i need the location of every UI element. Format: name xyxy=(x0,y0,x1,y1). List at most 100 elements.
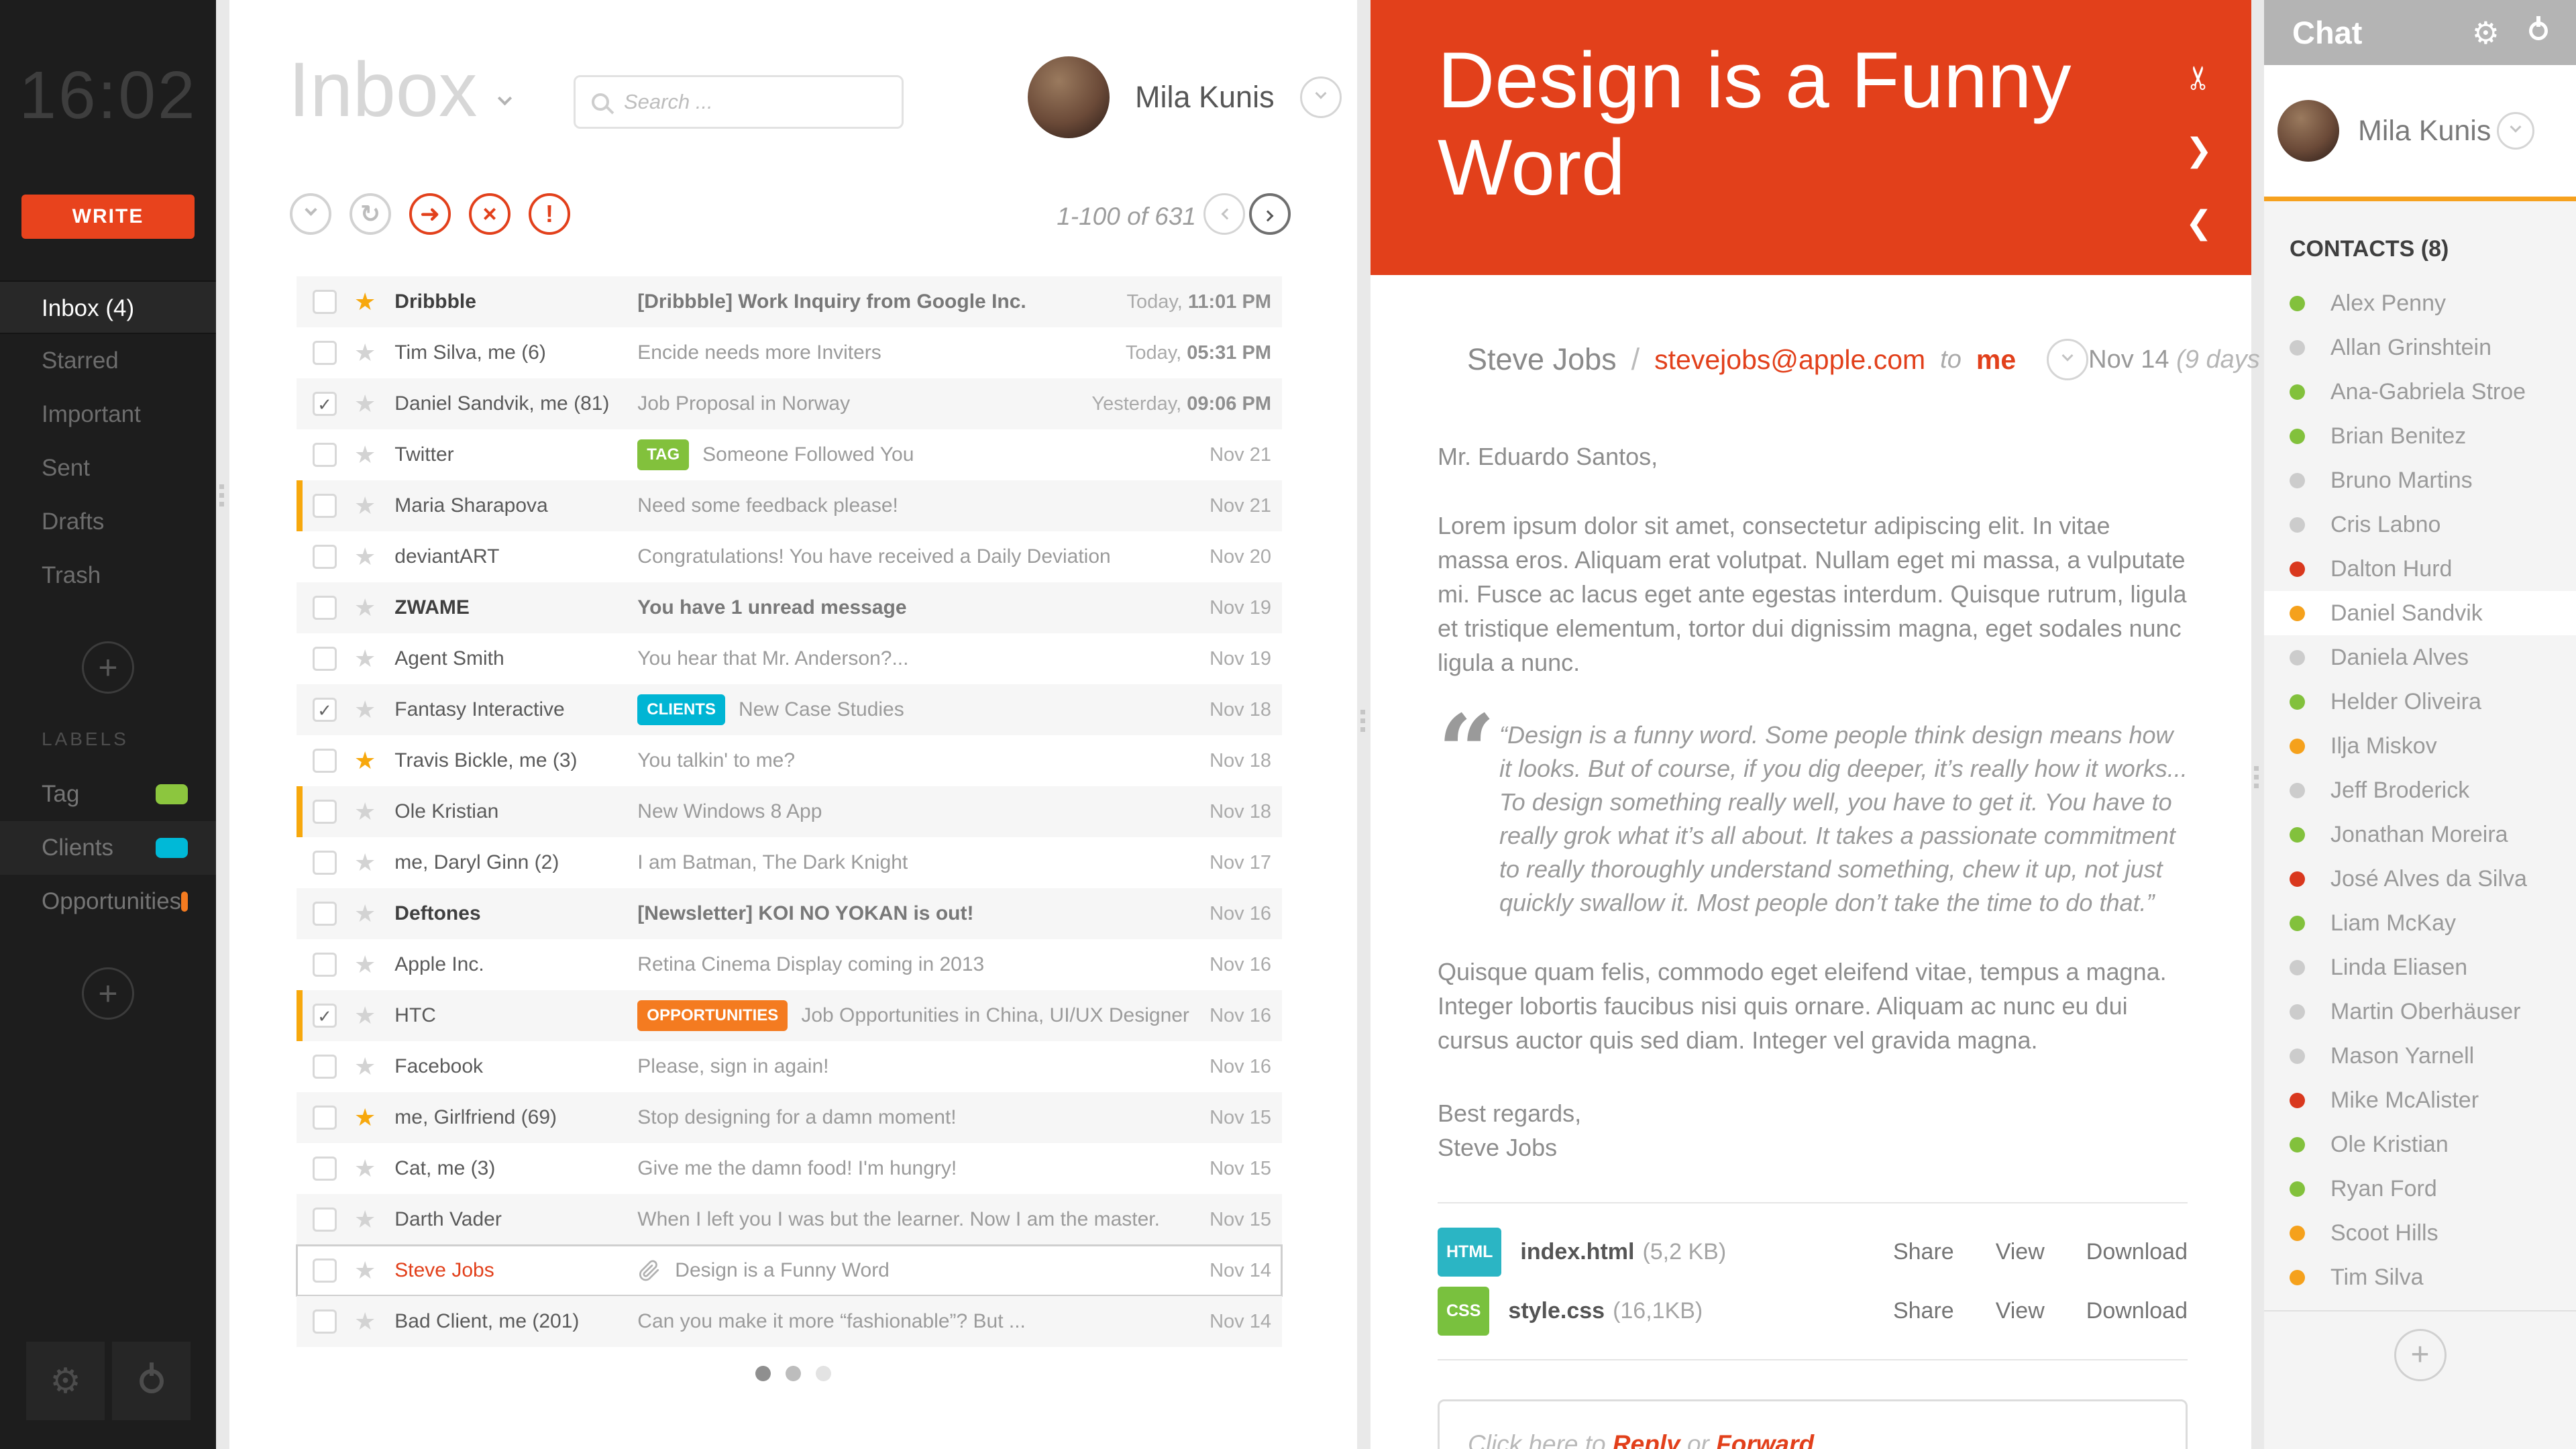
star-icon[interactable]: ★ xyxy=(354,747,376,775)
write-button[interactable]: WRITE xyxy=(21,195,195,239)
toolbar-button[interactable]: × xyxy=(469,193,511,235)
search-box[interactable] xyxy=(574,75,904,129)
star-icon[interactable]: ★ xyxy=(354,492,376,520)
email-row[interactable]: ★ Dribbble [Dribbble] Work Inquiry from … xyxy=(297,276,1282,327)
sidebar-folder-item[interactable]: Starred xyxy=(0,334,216,388)
contact-item[interactable]: Allan Grinshtein xyxy=(2264,325,2576,370)
contact-item[interactable]: Tim Silva xyxy=(2264,1255,2576,1299)
star-icon[interactable]: ★ xyxy=(354,1053,376,1081)
settings-button[interactable]: ⚙ xyxy=(26,1342,105,1420)
contact-item[interactable]: Daniel Sandvik xyxy=(2264,591,2576,635)
contact-item[interactable]: Ole Kristian xyxy=(2264,1122,2576,1167)
share-link[interactable]: Share xyxy=(1893,1235,1954,1269)
email-row[interactable]: ★ Darth Vader When I left you I was but … xyxy=(297,1194,1282,1245)
account-dropdown-button[interactable] xyxy=(1299,76,1342,118)
email-row[interactable]: ★ Apple Inc. Retina Cinema Display comin… xyxy=(297,939,1282,990)
toolbar-button[interactable] xyxy=(290,193,331,235)
email-checkbox[interactable] xyxy=(313,800,337,824)
pager-dot[interactable] xyxy=(786,1366,801,1381)
email-row[interactable]: ★ Tim Silva, me (6) Encide needs more In… xyxy=(297,327,1282,378)
email-checkbox[interactable] xyxy=(313,851,337,875)
contact-item[interactable]: Bruno Martins xyxy=(2264,458,2576,502)
toolbar-button[interactable]: ! xyxy=(529,193,570,235)
contact-item[interactable]: Cris Labno xyxy=(2264,502,2576,547)
email-row[interactable]: ★ Agent Smith You hear that Mr. Anderson… xyxy=(297,633,1282,684)
email-checkbox[interactable] xyxy=(313,392,337,416)
contact-item[interactable]: Ana-Gabriela Stroe xyxy=(2264,370,2576,414)
email-row[interactable]: ★ me, Girlfriend (69) Stop designing for… xyxy=(297,1092,1282,1143)
email-row[interactable]: ★ Steve Jobs Design is a Funny Word Nov … xyxy=(296,1244,1283,1297)
contact-item[interactable]: Dalton Hurd xyxy=(2264,547,2576,591)
view-link[interactable]: View xyxy=(1996,1235,2045,1269)
star-icon[interactable]: ★ xyxy=(354,288,376,316)
contact-item[interactable]: Daniela Alves xyxy=(2264,635,2576,680)
forward-link[interactable]: Forward xyxy=(1716,1430,1814,1449)
email-row[interactable]: ★ Ole Kristian New Windows 8 App Nov 18 xyxy=(297,786,1282,837)
account-menu[interactable]: Mila Kunis xyxy=(1028,56,1342,138)
email-checkbox[interactable] xyxy=(313,341,337,365)
email-row[interactable]: ★ Maria Sharapova Need some feedback ple… xyxy=(297,480,1282,531)
contact-item[interactable]: Mason Yarnell xyxy=(2264,1034,2576,1078)
download-link[interactable]: Download xyxy=(2086,1235,2188,1269)
sidebar-label-item[interactable]: Opportunities xyxy=(0,875,216,928)
sidebar-label-item[interactable]: Clients xyxy=(0,821,216,875)
contact-item[interactable]: Helder Oliveira xyxy=(2264,680,2576,724)
sidebar-resize-handle[interactable] xyxy=(219,484,224,506)
reply-box[interactable]: Click here to Reply or Forward xyxy=(1438,1399,2188,1449)
contact-item[interactable]: Jeff Broderick xyxy=(2264,768,2576,812)
email-row[interactable]: ★ ZWAME You have 1 unread message Nov 19 xyxy=(297,582,1282,633)
email-checkbox[interactable] xyxy=(313,647,337,671)
email-row[interactable]: ★ Bad Client, me (201) Can you make it m… xyxy=(297,1296,1282,1347)
star-icon[interactable]: ★ xyxy=(354,645,376,673)
email-row[interactable]: ★ Twitter TAG Someone Followed You Nov 2… xyxy=(297,429,1282,480)
email-row[interactable]: ★ Facebook Please, sign in again! Nov 16 xyxy=(297,1041,1282,1092)
email-checkbox[interactable] xyxy=(313,1258,337,1283)
contact-item[interactable]: Liam McKay xyxy=(2264,901,2576,945)
pager-dot[interactable] xyxy=(816,1366,831,1381)
contact-item[interactable]: Ryan Ford xyxy=(2264,1167,2576,1211)
star-icon[interactable]: ★ xyxy=(354,696,376,724)
star-icon[interactable]: ★ xyxy=(354,798,376,826)
download-link[interactable]: Download xyxy=(2086,1294,2188,1328)
star-icon[interactable]: ★ xyxy=(354,900,376,928)
star-icon[interactable]: ★ xyxy=(354,594,376,622)
email-checkbox[interactable] xyxy=(313,953,337,977)
sidebar-label-item[interactable]: Tag xyxy=(0,767,216,821)
email-row[interactable]: ★ me, Daryl Ginn (2) I am Batman, The Da… xyxy=(297,837,1282,888)
star-icon[interactable]: ★ xyxy=(354,543,376,571)
email-row[interactable]: ★ Deftones [Newsletter] KOI NO YOKAN is … xyxy=(297,888,1282,939)
share-link[interactable]: Share xyxy=(1893,1294,1954,1328)
star-icon[interactable]: ★ xyxy=(354,849,376,877)
add-folder-button[interactable]: + xyxy=(82,641,134,694)
sidebar-folder-item[interactable]: Important xyxy=(0,388,216,441)
email-checkbox[interactable] xyxy=(313,1055,337,1079)
chat-settings-button[interactable]: ⚙ xyxy=(2472,15,2500,51)
prev-page-button[interactable] xyxy=(1203,193,1245,235)
contact-item[interactable]: Brian Benitez xyxy=(2264,414,2576,458)
list-resize-handle[interactable] xyxy=(1360,710,1365,732)
star-icon[interactable]: ★ xyxy=(354,1002,376,1030)
add-label-button[interactable]: + xyxy=(82,967,134,1020)
email-checkbox[interactable] xyxy=(313,749,337,773)
meta-me-link[interactable]: me xyxy=(1976,344,2016,376)
chat-status-dropdown[interactable] xyxy=(2497,112,2534,150)
contact-item[interactable]: Alex Penny xyxy=(2264,281,2576,325)
view-link[interactable]: View xyxy=(1996,1294,2045,1328)
add-contact-button[interactable]: + xyxy=(2394,1329,2447,1381)
star-icon[interactable]: ★ xyxy=(354,1104,376,1132)
email-checkbox[interactable] xyxy=(313,1004,337,1028)
star-icon[interactable]: ★ xyxy=(354,390,376,418)
email-checkbox[interactable] xyxy=(313,1157,337,1181)
email-checkbox[interactable] xyxy=(313,1208,337,1232)
contact-item[interactable]: Martin Oberhäuser xyxy=(2264,989,2576,1034)
sidebar-folder-item[interactable]: Trash xyxy=(0,549,216,602)
email-checkbox[interactable] xyxy=(313,290,337,314)
reply-link[interactable]: Reply xyxy=(1613,1430,1680,1449)
star-icon[interactable]: ★ xyxy=(354,441,376,469)
email-action-button[interactable]: ❮ xyxy=(2186,204,2212,241)
email-checkbox[interactable] xyxy=(313,545,337,569)
email-row[interactable]: ★ deviantART Congratulations! You have r… xyxy=(297,531,1282,582)
email-row[interactable]: ★ Daniel Sandvik, me (81) Job Proposal i… xyxy=(297,378,1282,429)
viewer-resize-handle[interactable] xyxy=(2254,766,2259,788)
sender-email[interactable]: stevejobs@apple.com xyxy=(1654,344,1925,376)
